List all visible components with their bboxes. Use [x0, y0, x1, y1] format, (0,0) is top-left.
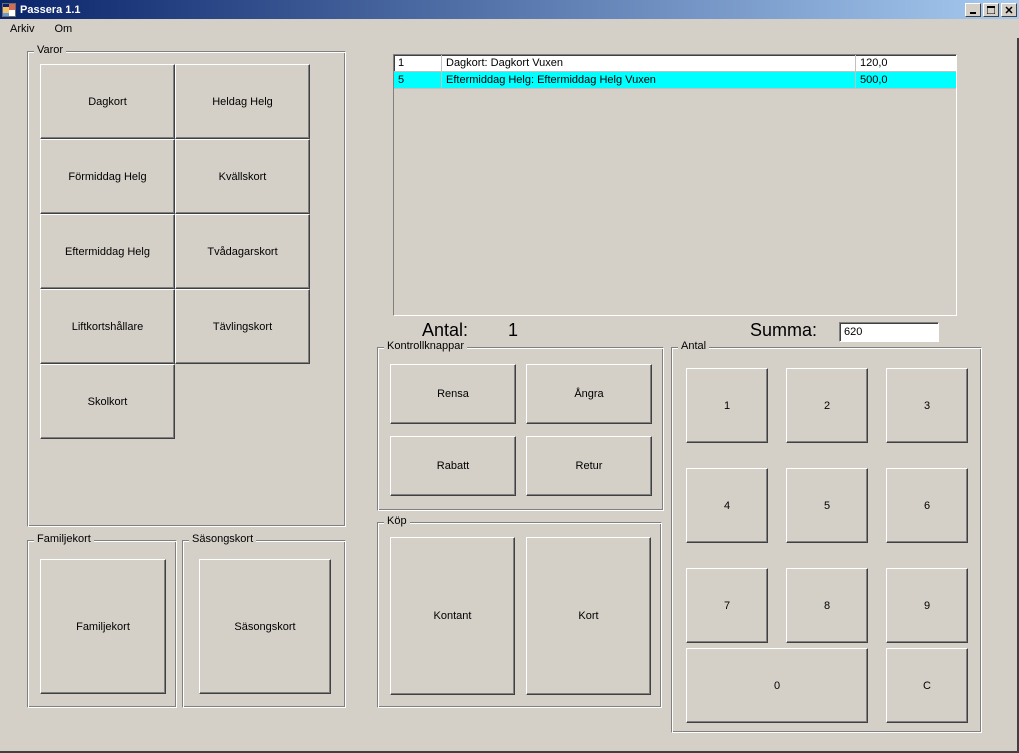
btn-kort[interactable]: Kort [526, 537, 651, 695]
keypad-7[interactable]: 7 [686, 568, 768, 643]
menu-bar: Arkiv Om [0, 19, 1019, 38]
group-familjekort-legend: Familjekort [34, 533, 94, 545]
group-kop: Köp Kontant Kort [377, 522, 662, 708]
title-bar: Passera 1.1 [0, 0, 1019, 19]
cart-row[interactable]: 1Dagkort: Dagkort Vuxen120,0 [394, 55, 956, 72]
btn-tvadagarskort[interactable]: Tvådagarskort [175, 214, 310, 289]
keypad-4[interactable]: 4 [686, 468, 768, 543]
btn-rabatt[interactable]: Rabatt [390, 436, 516, 496]
summa-label-text: Summa: [750, 320, 817, 341]
btn-kontant[interactable]: Kontant [390, 537, 515, 695]
cart-desc: Eftermiddag Helg: Eftermiddag Helg Vuxen [442, 72, 856, 88]
maximize-button[interactable] [983, 3, 999, 17]
cart-qty: 1 [394, 55, 442, 71]
group-antal-keypad: Antal 1 2 3 4 5 6 7 8 9 0 C [671, 347, 982, 733]
cart-price: 120,0 [856, 55, 956, 71]
antal-label: Antal: 1 [422, 320, 518, 341]
btn-heldag-helg[interactable]: Heldag Helg [175, 64, 310, 139]
cart-empty-area [394, 89, 956, 315]
group-sasongskort: Säsongskort Säsongskort [182, 540, 346, 708]
group-kop-legend: Köp [384, 515, 410, 527]
menu-om[interactable]: Om [48, 21, 78, 37]
btn-retur[interactable]: Retur [526, 436, 652, 496]
btn-liftkortshallare[interactable]: Liftkortshållare [40, 289, 175, 364]
close-button[interactable] [1001, 3, 1017, 17]
menu-arkiv[interactable]: Arkiv [4, 21, 40, 37]
keypad-8[interactable]: 8 [786, 568, 868, 643]
keypad-c[interactable]: C [886, 648, 968, 723]
btn-familjekort[interactable]: Familjekort [40, 559, 166, 694]
cart-price: 500,0 [856, 72, 956, 88]
group-varor-legend: Varor [34, 44, 66, 56]
btn-dagkort[interactable]: Dagkort [40, 64, 175, 139]
client-area: Varor Dagkort Heldag Helg Förmiddag Helg… [0, 38, 1019, 753]
antal-label-text: Antal: [422, 320, 468, 341]
keypad-9[interactable]: 9 [886, 568, 968, 643]
btn-kvallskort[interactable]: Kvällskort [175, 139, 310, 214]
group-kontroll-legend: Kontrollknappar [384, 340, 467, 352]
keypad-2[interactable]: 2 [786, 368, 868, 443]
group-varor: Varor Dagkort Heldag Helg Förmiddag Helg… [27, 51, 346, 527]
btn-skolkort[interactable]: Skolkort [40, 364, 175, 439]
window-title: Passera 1.1 [20, 4, 965, 16]
btn-eftermiddag-helg[interactable]: Eftermiddag Helg [40, 214, 175, 289]
btn-sasongskort[interactable]: Säsongskort [199, 559, 331, 694]
group-sasongskort-legend: Säsongskort [189, 533, 256, 545]
btn-formiddag-helg[interactable]: Förmiddag Helg [40, 139, 175, 214]
cart-qty: 5 [394, 72, 442, 88]
keypad-3[interactable]: 3 [886, 368, 968, 443]
group-antal-legend: Antal [678, 340, 709, 352]
group-familjekort: Familjekort Familjekort [27, 540, 177, 708]
btn-tavlingskort[interactable]: Tävlingskort [175, 289, 310, 364]
antal-value: 1 [508, 320, 518, 341]
keypad-6[interactable]: 6 [886, 468, 968, 543]
cart-desc: Dagkort: Dagkort Vuxen [442, 55, 856, 71]
btn-angra[interactable]: Ångra [526, 364, 652, 424]
summa-input[interactable] [839, 322, 939, 342]
summa-label: Summa: [750, 320, 817, 341]
keypad-1[interactable]: 1 [686, 368, 768, 443]
cart-row[interactable]: 5Eftermiddag Helg: Eftermiddag Helg Vuxe… [394, 72, 956, 89]
minimize-button[interactable] [965, 3, 981, 17]
group-kontrollknappar: Kontrollknappar Rensa Ångra Rabatt Retur [377, 347, 664, 511]
keypad-5[interactable]: 5 [786, 468, 868, 543]
cart-list[interactable]: 1Dagkort: Dagkort Vuxen120,05Eftermiddag… [393, 54, 957, 316]
btn-rensa[interactable]: Rensa [390, 364, 516, 424]
keypad-0[interactable]: 0 [686, 648, 868, 723]
app-icon [2, 3, 16, 17]
